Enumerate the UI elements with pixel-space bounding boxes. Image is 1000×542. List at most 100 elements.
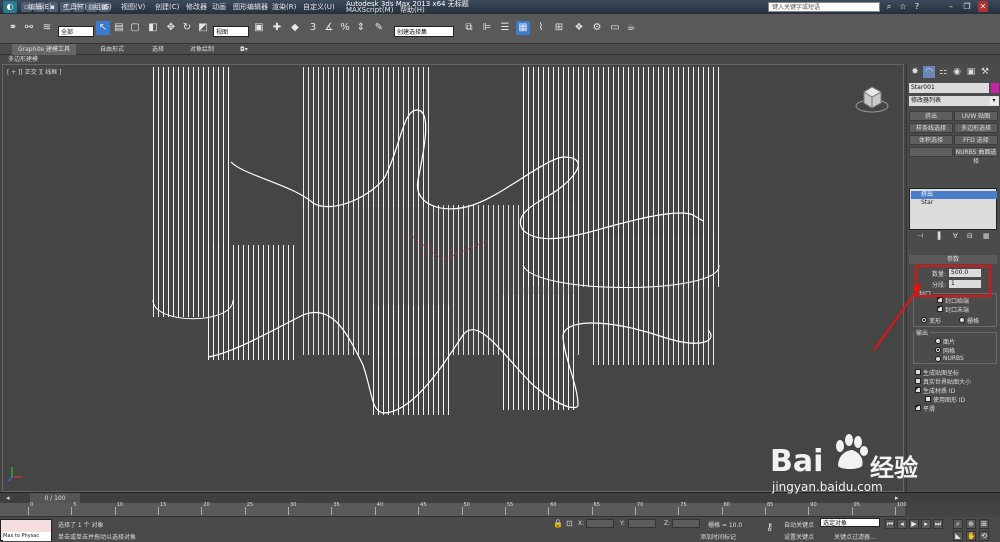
modifier-stack[interactable]: 挤出 Star xyxy=(909,188,997,230)
track-bar[interactable]: 0 5 10 15 20 25 30 35 40 45 50 55 60 65 70 75 80 85 90 95 10… xyxy=(0,502,907,517)
menu-views[interactable]: 视图(V) xyxy=(121,0,145,14)
empty-button[interactable] xyxy=(909,147,953,157)
help-icon[interactable]: ? xyxy=(912,1,922,12)
menu-tools[interactable]: 工具(T) xyxy=(63,0,87,14)
link-icon[interactable]: ⚭ xyxy=(6,21,20,35)
stack-item-extrude[interactable]: 挤出 xyxy=(911,191,997,199)
select-manipulate-icon[interactable]: ✚ xyxy=(270,21,284,35)
nurbs-surf-select-button[interactable]: NURBS 曲面选择 xyxy=(954,147,998,165)
slider-left-icon[interactable]: ◂ xyxy=(6,494,10,502)
selection-filter-dropdown[interactable]: 全部 xyxy=(58,26,94,37)
extrude-button[interactable]: 挤出 xyxy=(909,111,953,121)
poly-select-button[interactable]: 多边形选择 xyxy=(954,123,998,133)
spinner-snap-icon[interactable]: ⇕ xyxy=(354,21,368,35)
key-selected-dropdown[interactable]: 选定对象 xyxy=(820,518,880,527)
next-frame-icon[interactable]: ▸ xyxy=(921,519,931,529)
ribbon-options-icon[interactable]: ◘▾ xyxy=(240,44,248,55)
curve-editor-icon[interactable]: ⌇ xyxy=(534,21,548,35)
chevron-down-icon[interactable]: ▾ xyxy=(990,97,998,105)
restore-icon[interactable]: ❐ xyxy=(962,1,972,12)
auto-key-button[interactable]: 自动关键点 xyxy=(784,520,814,529)
zoom-icon[interactable]: ⌕ xyxy=(953,519,963,529)
configure-sets-icon[interactable]: ▦ xyxy=(983,232,990,240)
app-logo-icon[interactable]: ◐ xyxy=(3,1,17,13)
mesh-radio[interactable] xyxy=(935,347,941,353)
motion-tab-icon[interactable]: ◉ xyxy=(951,66,963,78)
schematic-view-icon[interactable]: ⊞ xyxy=(552,21,566,35)
maxscript-listener[interactable]: Max to Physac xyxy=(0,519,52,541)
modify-tab-icon[interactable]: ◠ xyxy=(923,66,935,78)
fov-icon[interactable]: ◣ xyxy=(953,531,963,541)
keyboard-shortcut-icon[interactable]: ◆ xyxy=(288,21,302,35)
tab-object-paint[interactable]: 对象绘制 xyxy=(190,44,214,55)
add-time-tag[interactable]: 添加时间标记 xyxy=(700,532,736,541)
create-tab-icon[interactable]: ✸ xyxy=(909,66,921,78)
set-key-button[interactable]: 设置关键点 xyxy=(784,532,814,541)
nurbs-radio[interactable] xyxy=(935,356,941,362)
key-icon[interactable]: ⚷ xyxy=(766,522,773,533)
tab-freeform[interactable]: 自由形式 xyxy=(100,44,124,55)
material-editor-icon[interactable]: ❖ xyxy=(572,21,586,35)
render-setup-icon[interactable]: ⚙ xyxy=(590,21,604,35)
play-icon[interactable]: ▶ xyxy=(909,519,919,529)
rendered-frame-icon[interactable]: ▭ xyxy=(608,21,622,35)
patch-radio[interactable] xyxy=(935,338,941,344)
menu-rendering[interactable]: 渲染(R) xyxy=(272,0,296,14)
object-name-field[interactable]: Star001 xyxy=(909,83,989,93)
stack-item-star[interactable]: Star xyxy=(911,199,997,207)
gen-mapping-checkbox[interactable] xyxy=(915,369,921,375)
percent-snap-icon[interactable]: % xyxy=(338,21,352,35)
go-to-start-icon[interactable]: ⏮ xyxy=(885,519,895,529)
graphite-toggle-icon[interactable]: ▦ xyxy=(516,21,530,35)
window-crossing-icon[interactable]: ◧ xyxy=(146,21,160,35)
lock-icon[interactable]: 🔒 xyxy=(553,519,563,528)
angle-snap-icon[interactable]: ∡ xyxy=(322,21,336,35)
smooth-checkbox[interactable] xyxy=(915,403,921,411)
help-search-input[interactable]: 键入关键字或短语 xyxy=(768,2,880,12)
menu-edit[interactable]: 编辑(E) xyxy=(28,0,52,14)
show-end-result-icon[interactable]: ▐ xyxy=(935,232,940,240)
y-coord-field[interactable] xyxy=(628,519,656,528)
menu-group[interactable]: 组(G) xyxy=(94,0,112,14)
pan-icon[interactable]: ✋ xyxy=(966,531,976,541)
rotate-icon[interactable]: ↻ xyxy=(180,21,194,35)
menu-modifiers[interactable]: 修改器 xyxy=(186,0,207,14)
edit-named-sets-icon[interactable]: ✎ xyxy=(372,21,386,35)
snaps-toggle-icon[interactable]: 3 xyxy=(306,21,320,35)
menu-graph-editors[interactable]: 图形编辑器 xyxy=(233,0,268,14)
menu-animation[interactable]: 动画 xyxy=(212,0,226,14)
menu-create[interactable]: 创建(C) xyxy=(155,0,179,14)
mirror-icon[interactable]: ⧉ xyxy=(462,21,476,35)
rect-selection-icon[interactable]: ▢ xyxy=(128,21,142,35)
go-to-end-icon[interactable]: ⏭ xyxy=(933,519,943,529)
absolute-mode-icon[interactable]: ⊡ xyxy=(566,519,573,528)
search-icon[interactable]: ⌕ xyxy=(884,1,894,12)
slider-right-icon[interactable]: ▸ xyxy=(895,494,899,502)
tab-graphite[interactable]: Graphite 建模工具 xyxy=(12,44,77,55)
real-world-checkbox[interactable] xyxy=(915,378,921,384)
key-filters-button[interactable]: 关键点过滤器... xyxy=(834,532,876,541)
gen-material-ids-checkbox[interactable] xyxy=(915,385,921,393)
render-teapot-icon[interactable]: ☕ xyxy=(624,21,638,35)
scale-icon[interactable]: ◩ xyxy=(196,21,210,35)
pivot-center-icon[interactable]: ▣ xyxy=(252,21,266,35)
polygon-modeling-label[interactable]: 多边形建模 xyxy=(8,55,38,64)
orbit-icon[interactable]: ⟲ xyxy=(979,531,989,541)
make-unique-icon[interactable]: ∀ xyxy=(953,232,958,240)
move-icon[interactable]: ✥ xyxy=(164,21,178,35)
minimize-icon[interactable]: – xyxy=(946,1,956,12)
cap-end-checkbox[interactable] xyxy=(937,304,943,312)
maxscript-mini-listener[interactable]: Max to Physac xyxy=(3,532,51,541)
prev-frame-icon[interactable]: ◂ xyxy=(897,519,907,529)
remove-modifier-icon[interactable]: ⊟ xyxy=(967,232,973,240)
zoom-all-icon[interactable]: ⊕ xyxy=(966,519,976,529)
align-icon[interactable]: ⊫ xyxy=(480,21,494,35)
tab-selection[interactable]: 选择 xyxy=(152,44,164,55)
use-shape-ids-checkbox[interactable] xyxy=(925,396,931,402)
star-icon[interactable]: ☆ xyxy=(898,1,908,12)
select-object-icon[interactable]: ↖ xyxy=(96,21,110,35)
select-by-name-icon[interactable]: ▤ xyxy=(112,21,126,35)
hierarchy-tab-icon[interactable]: ⚏ xyxy=(937,66,949,78)
spline-select-button[interactable]: 样条线选择 xyxy=(909,123,953,133)
pin-stack-icon[interactable]: ⊣ xyxy=(917,232,923,240)
